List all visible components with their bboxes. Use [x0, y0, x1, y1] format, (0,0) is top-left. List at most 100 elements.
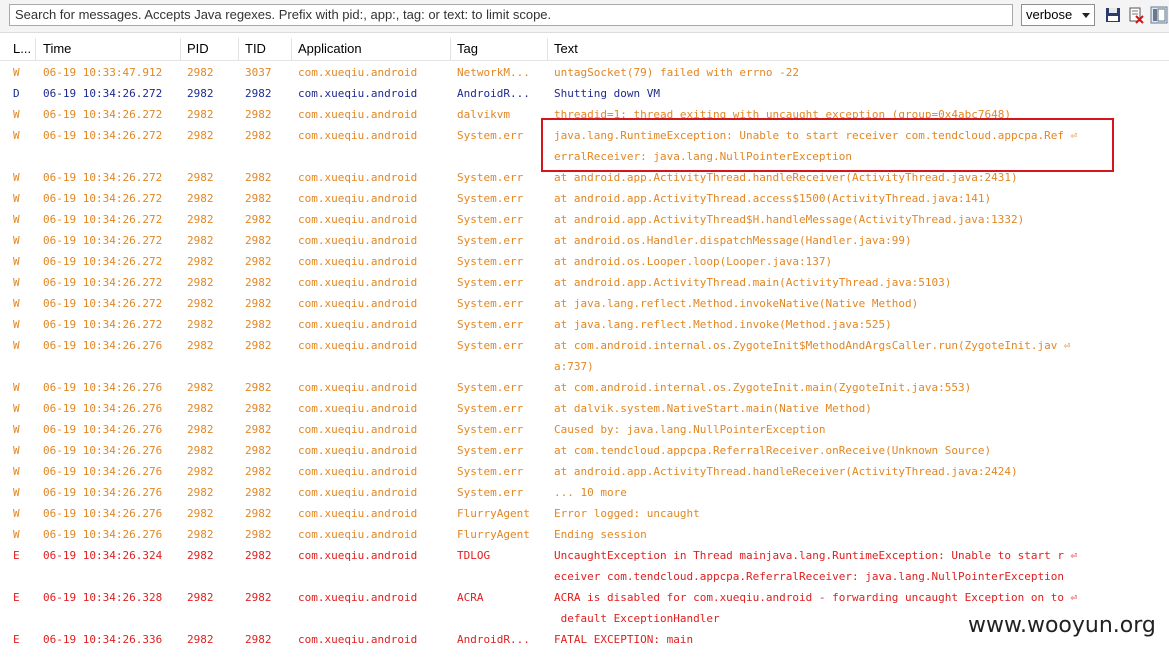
chevron-down-icon: [1082, 13, 1090, 18]
column-level[interactable]: L...: [7, 38, 36, 60]
cell-tag: System.err: [457, 276, 524, 289]
table-row[interactable]: W 06-19 10:34:26.276 2982 2982 com.xueqiu.an…: [0, 524, 1169, 545]
cell-tid: 2982: [245, 444, 272, 457]
search-input[interactable]: Search for messages. Accepts Java regexe…: [9, 4, 1013, 26]
cell-level: W: [13, 402, 20, 415]
cell-tid: 2982: [245, 507, 272, 520]
cell-tid: 2982: [245, 528, 272, 541]
cell-level: W: [13, 66, 20, 79]
cell-pid: 2982: [187, 297, 214, 310]
cell-application: com.xueqiu.android: [298, 108, 418, 121]
cell-time: 06-19 10:34:26.272: [43, 171, 163, 184]
table-row[interactable]: W 06-19 10:34:26.272 2982 2982 com.xueqiu.an…: [0, 209, 1169, 230]
cell-tag: FlurryAgent: [457, 507, 530, 520]
cell-pid: 2982: [187, 87, 214, 100]
cell-text: UncaughtException in Thread mainjava.lan…: [554, 549, 1078, 583]
cell-pid: 2982: [187, 276, 214, 289]
table-row[interactable]: W 06-19 10:34:26.272 2982 2982 com.xueqiu.an…: [0, 293, 1169, 314]
cell-application: com.xueqiu.android: [298, 318, 418, 331]
cell-tag: System.err: [457, 423, 524, 436]
cell-time: 06-19 10:34:26.272: [43, 192, 163, 205]
cell-pid: 2982: [187, 423, 214, 436]
table-row[interactable]: W 06-19 10:34:26.276 2982 2982 com.xueqiu.an…: [0, 335, 1169, 377]
cell-application: com.xueqiu.android: [298, 192, 418, 205]
cell-time: 06-19 10:34:26.276: [43, 339, 163, 352]
table-row[interactable]: W 06-19 10:34:26.276 2982 2982 com.xueqiu.an…: [0, 419, 1169, 440]
cell-tid: 2982: [245, 192, 272, 205]
column-pid[interactable]: PID: [181, 38, 239, 60]
cell-pid: 2982: [187, 192, 214, 205]
cell-time: 06-19 10:34:26.272: [43, 87, 163, 100]
table-row[interactable]: W 06-19 10:34:26.272 2982 2982 com.xueqiu.an…: [0, 251, 1169, 272]
table-row[interactable]: W 06-19 10:34:26.272 2982 2982 com.xueqiu.an…: [0, 188, 1169, 209]
cell-pid: 2982: [187, 66, 214, 79]
cell-application: com.xueqiu.android: [298, 276, 418, 289]
cell-application: com.xueqiu.android: [298, 507, 418, 520]
column-application[interactable]: Application: [292, 38, 451, 60]
cell-tid: 2982: [245, 297, 272, 310]
cell-tid: 3037: [245, 66, 272, 79]
cell-text: at android.os.Handler.dispatchMessage(Ha…: [554, 234, 912, 247]
cell-tid: 2982: [245, 318, 272, 331]
cell-text: Ending session: [554, 528, 647, 541]
cell-tid: 2982: [245, 234, 272, 247]
cell-application: com.xueqiu.android: [298, 66, 418, 79]
cell-pid: 2982: [187, 213, 214, 226]
clear-log-icon[interactable]: [1127, 6, 1145, 24]
cell-text: at android.os.Looper.loop(Looper.java:13…: [554, 255, 833, 268]
cell-tag: AndroidR...: [457, 633, 530, 646]
cell-tid: 2982: [245, 591, 272, 604]
cell-tid: 2982: [245, 87, 272, 100]
cell-tag: NetworkM...: [457, 66, 530, 79]
table-row[interactable]: W 06-19 10:34:26.276 2982 2982 com.xueqiu.an…: [0, 482, 1169, 503]
table-row[interactable]: W 06-19 10:34:26.276 2982 2982 com.xueqiu.an…: [0, 461, 1169, 482]
table-row[interactable]: W 06-19 10:34:26.272 2982 2982 com.xueqiu.an…: [0, 314, 1169, 335]
cell-level: E: [13, 591, 20, 604]
column-tag[interactable]: Tag: [451, 38, 548, 60]
cell-tag: System.err: [457, 129, 524, 142]
cell-time: 06-19 10:34:26.272: [43, 255, 163, 268]
cell-tag: System.err: [457, 339, 524, 352]
table-row[interactable]: W 06-19 10:34:26.272 2982 2982 com.xueqiu.an…: [0, 230, 1169, 251]
cell-tag: System.err: [457, 465, 524, 478]
floppy-save-icon[interactable]: [1104, 6, 1122, 24]
highlight-box: [541, 118, 1114, 172]
cell-tag: System.err: [457, 297, 524, 310]
cell-tid: 2982: [245, 381, 272, 394]
table-row[interactable]: D 06-19 10:34:26.272 2982 2982 com.xueqiu.an…: [0, 83, 1169, 104]
cell-level: E: [13, 633, 20, 646]
cell-level: E: [13, 549, 20, 562]
cell-time: 06-19 10:34:26.328: [43, 591, 163, 604]
table-row[interactable]: W 06-19 10:34:26.276 2982 2982 com.xueqiu.an…: [0, 377, 1169, 398]
cell-text: untagSocket(79) failed with errno -22: [554, 66, 800, 79]
cell-time: 06-19 10:34:26.276: [43, 444, 163, 457]
cell-tid: 2982: [245, 465, 272, 478]
cell-tag: AndroidR...: [457, 87, 530, 100]
panel-toggle-icon[interactable]: [1150, 6, 1168, 24]
cell-pid: 2982: [187, 486, 214, 499]
column-time[interactable]: Time: [37, 38, 181, 60]
cell-tag: FlurryAgent: [457, 528, 530, 541]
log-level-select[interactable]: verbose: [1021, 4, 1095, 26]
table-row[interactable]: W 06-19 10:34:26.276 2982 2982 com.xueqiu.an…: [0, 398, 1169, 419]
cell-tag: System.err: [457, 444, 524, 457]
cell-time: 06-19 10:34:26.276: [43, 381, 163, 394]
cell-level: W: [13, 486, 20, 499]
cell-time: 06-19 10:34:26.276: [43, 486, 163, 499]
cell-time: 06-19 10:34:26.272: [43, 276, 163, 289]
cell-pid: 2982: [187, 255, 214, 268]
table-row[interactable]: W 06-19 10:34:26.276 2982 2982 com.xueqiu.an…: [0, 440, 1169, 461]
table-row[interactable]: E 06-19 10:34:26.324 2982 2982 com.xueqiu.an…: [0, 545, 1169, 587]
column-text[interactable]: Text: [548, 38, 1169, 60]
cell-level: W: [13, 507, 20, 520]
cell-tid: 2982: [245, 276, 272, 289]
cell-time: 06-19 10:34:26.336: [43, 633, 163, 646]
column-tid[interactable]: TID: [239, 38, 292, 60]
table-row[interactable]: W 06-19 10:34:26.276 2982 2982 com.xueqiu.an…: [0, 503, 1169, 524]
cell-text: at java.lang.reflect.Method.invoke(Metho…: [554, 318, 892, 331]
table-row[interactable]: W 06-19 10:34:26.272 2982 2982 com.xueqiu.an…: [0, 272, 1169, 293]
cell-text: at dalvik.system.NativeStart.main(Native…: [554, 402, 872, 415]
table-row[interactable]: W 06-19 10:33:47.912 2982 3037 com.xueqiu.an…: [0, 62, 1169, 83]
cell-tid: 2982: [245, 486, 272, 499]
cell-text: at android.app.ActivityThread.main(Activ…: [554, 276, 952, 289]
